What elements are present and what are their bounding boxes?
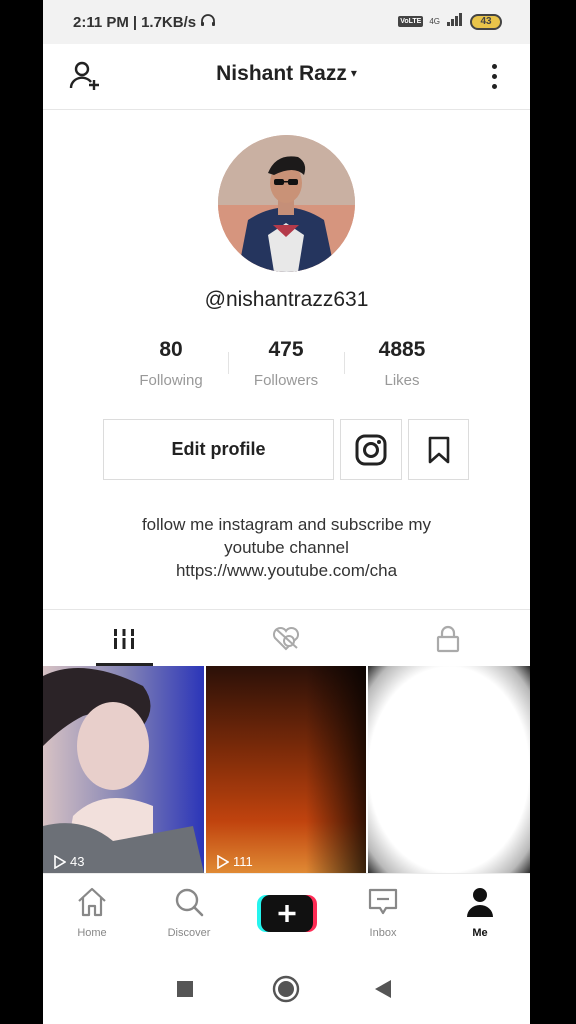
- avatar-photo: [218, 135, 355, 272]
- more-options-button[interactable]: [482, 58, 506, 94]
- status-time: 2:11 PM: [73, 13, 129, 31]
- battery-icon: 43: [470, 13, 502, 30]
- tab-liked[interactable]: [205, 610, 367, 667]
- home-system-button[interactable]: [272, 975, 300, 1008]
- tab-private[interactable]: [367, 610, 529, 667]
- bio-line: follow me instagram and subscribe my: [141, 515, 432, 534]
- status-separator: |: [132, 13, 138, 31]
- followers-count: 475: [268, 338, 304, 361]
- bottom-navigation: Home Discover Inbox Me: [43, 873, 530, 955]
- username: @nishantrazz631: [204, 288, 369, 311]
- stat-divider: [228, 352, 229, 374]
- followers-label: Followers: [253, 372, 319, 389]
- status-speed: 1.7KB/s: [141, 13, 197, 31]
- recents-button[interactable]: [176, 980, 194, 1003]
- recents-icon: [177, 981, 193, 997]
- following-count: 80: [159, 338, 183, 361]
- likes-count: 4885: [378, 338, 426, 361]
- status-right: VoLTE 4G 43: [398, 12, 502, 31]
- profile-header: Nishant Razz ▾: [43, 44, 530, 110]
- profile-icon: [467, 888, 493, 917]
- more-dot-icon: [491, 73, 497, 79]
- more-dot-icon: [491, 83, 497, 89]
- system-navigation: [43, 955, 530, 1024]
- volte-badge: VoLTE: [398, 16, 424, 27]
- status-bar: 2:11 PM | 1.7KB/s VoLTE 4G 43: [43, 0, 530, 44]
- stat-divider: [344, 352, 345, 374]
- content-tabs: [43, 609, 530, 666]
- back-button[interactable]: [374, 979, 392, 1004]
- play-icon: [217, 854, 229, 869]
- create-video-button[interactable]: [257, 895, 317, 932]
- play-count-value: 43: [70, 854, 85, 869]
- video-thumbnail[interactable]: 111: [206, 666, 366, 873]
- bio: follow me instagram and subscribe my you…: [83, 513, 490, 582]
- headphones-icon: [200, 13, 216, 31]
- nav-home[interactable]: Home: [52, 886, 132, 939]
- video-thumbnail[interactable]: 43: [43, 666, 204, 873]
- nav-me-label: Me: [472, 927, 488, 939]
- search-icon: [175, 888, 204, 917]
- bio-line: youtube channel: [224, 538, 349, 557]
- play-count: 43: [53, 854, 84, 869]
- battery-level: 43: [480, 16, 492, 27]
- instagram-icon: [355, 434, 387, 465]
- home-icon: [78, 887, 106, 917]
- lock-icon: [436, 625, 460, 652]
- play-icon: [54, 854, 66, 869]
- hidden-heart-icon: [272, 626, 300, 650]
- nav-discover-label: Discover: [167, 927, 211, 939]
- video-thumbnail[interactable]: [368, 666, 530, 873]
- following-stat[interactable]: 80 Following: [116, 338, 226, 389]
- profile-name-label: Nishant Razz: [216, 62, 347, 85]
- video-preview: [306, 666, 366, 873]
- inbox-icon: [368, 888, 398, 915]
- status-left: 2:11 PM | 1.7KB/s: [73, 13, 216, 31]
- following-label: Following: [139, 372, 203, 389]
- network-type: 4G: [429, 16, 440, 26]
- likes-label: Likes: [384, 372, 420, 389]
- video-grid: 43 111: [43, 666, 530, 873]
- plus-icon: [257, 895, 317, 932]
- bookmark-icon: [428, 436, 449, 463]
- edit-profile-button[interactable]: Edit profile: [103, 419, 334, 480]
- favorites-button[interactable]: [408, 419, 469, 480]
- followers-stat[interactable]: 475 Followers: [231, 338, 341, 389]
- nav-discover[interactable]: Discover: [149, 886, 229, 939]
- nav-inbox-label: Inbox: [369, 927, 397, 939]
- chevron-down-icon: ▾: [350, 66, 357, 80]
- play-count: 111: [216, 854, 253, 869]
- home-circle-icon: [272, 975, 300, 1003]
- bio-link[interactable]: https://www.youtube.com/cha: [83, 559, 490, 582]
- phone-screen: 2:11 PM | 1.7KB/s VoLTE 4G 43 Nishant Ra…: [43, 0, 530, 1024]
- nav-inbox[interactable]: Inbox: [343, 886, 423, 939]
- grid-icon: [112, 628, 136, 649]
- instagram-button[interactable]: [340, 419, 402, 480]
- likes-stat[interactable]: 4885 Likes: [347, 338, 457, 389]
- nav-home-label: Home: [77, 927, 107, 939]
- more-dot-icon: [491, 63, 497, 69]
- video-preview: [43, 666, 204, 873]
- avatar[interactable]: [218, 135, 355, 272]
- nav-me[interactable]: Me: [440, 886, 520, 939]
- tab-videos[interactable]: [43, 610, 205, 667]
- signal-icon: [446, 12, 464, 31]
- account-switcher[interactable]: Nishant Razz ▾: [43, 62, 530, 86]
- play-count-value: 111: [233, 854, 253, 869]
- back-icon: [375, 980, 391, 998]
